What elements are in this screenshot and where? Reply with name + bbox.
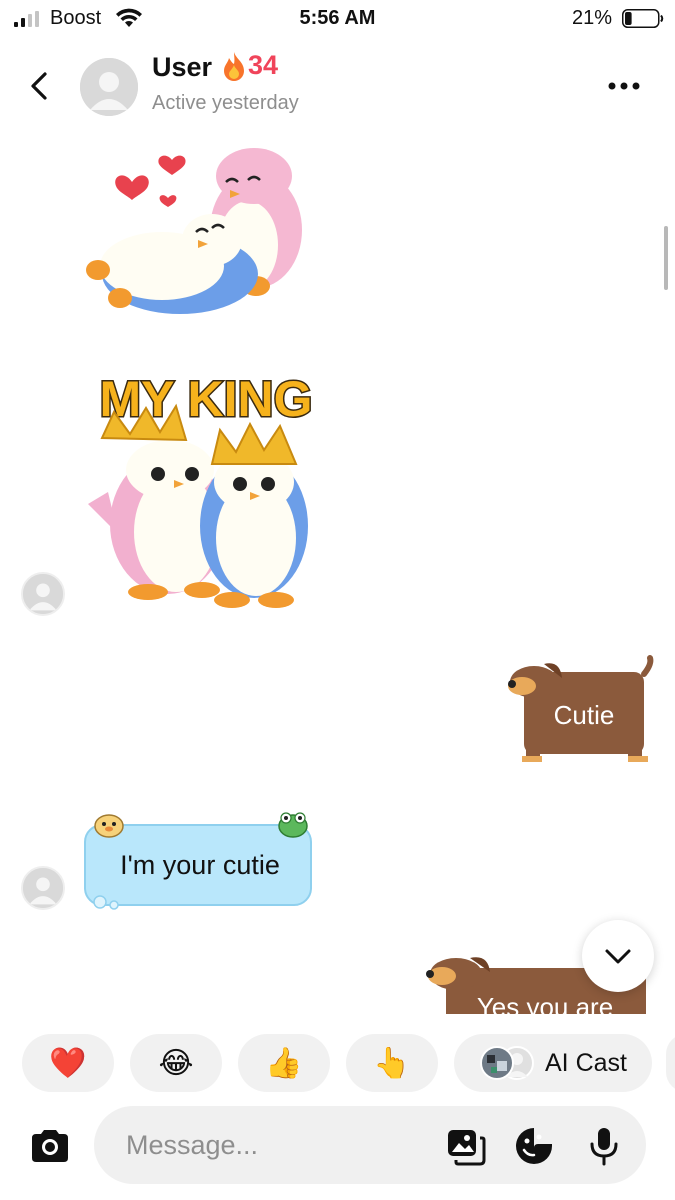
more-options-button[interactable] (600, 70, 648, 102)
message-text: I'm your cutie (120, 850, 280, 880)
sticker-caption: MY KING (100, 371, 313, 427)
reaction-more-chip[interactable] (666, 1034, 675, 1092)
penguins-crowns-sticker[interactable]: MY KING (88, 364, 326, 610)
avatar[interactable] (80, 58, 138, 116)
streak-count: 34 (248, 50, 279, 80)
sticker-caption: Cutie (553, 700, 615, 730)
duck-decoration-icon (94, 814, 124, 838)
penguins-hug-sticker[interactable] (84, 140, 306, 322)
reaction-heart[interactable]: ❤️ (22, 1034, 114, 1092)
scroll-indicator[interactable] (664, 226, 668, 290)
chat-user-name[interactable]: User (152, 52, 212, 83)
frog-decoration-icon (278, 812, 308, 838)
status-bar: Boost 5:56 AM 21% (0, 0, 675, 40)
pointing-up-emoji: 👆 (373, 1046, 411, 1080)
quick-reactions-bar: ❤️ 😂 👍 👆 AI Cast (0, 1034, 675, 1092)
battery-percent: 21% (572, 7, 613, 29)
bubbles-decoration-icon (93, 895, 119, 910)
message-composer (0, 1106, 675, 1186)
chat-header: User 34 Active yesterday (0, 44, 675, 134)
message-bubble[interactable]: I'm your cutie (84, 812, 312, 910)
ai-cast-avatars-icon (480, 1046, 534, 1080)
thumbs-up-emoji: 👍 (265, 1046, 303, 1080)
sender-avatar[interactable] (21, 572, 65, 616)
chevron-down-icon (605, 949, 631, 964)
active-status: Active yesterday (152, 92, 299, 114)
message-input[interactable] (94, 1106, 646, 1184)
camera-icon (32, 1130, 68, 1162)
camera-button[interactable] (22, 1118, 78, 1174)
sticker-button[interactable] (514, 1126, 554, 1166)
reaction-laughing[interactable]: 😂 (130, 1034, 222, 1092)
streak-badge: 34 (222, 50, 278, 81)
reaction-thumbs-up[interactable]: 👍 (238, 1034, 330, 1092)
reaction-pointing-up[interactable]: 👆 (346, 1034, 438, 1092)
sender-avatar[interactable] (21, 866, 65, 910)
default-avatar-icon (80, 58, 138, 116)
battery-icon (622, 9, 664, 28)
default-avatar-icon (23, 868, 63, 908)
back-button[interactable] (22, 68, 58, 104)
default-avatar-icon (23, 574, 63, 614)
microphone-button[interactable] (584, 1126, 624, 1166)
laughing-emoji: 😂 (158, 1046, 194, 1080)
scroll-to-bottom-button[interactable] (582, 920, 654, 992)
ai-cast-label: AI Cast (545, 1048, 627, 1077)
sticker-caption: Yes you are (476, 992, 614, 1014)
heart-emoji: ❤️ (49, 1046, 87, 1080)
fire-icon (224, 51, 244, 81)
gallery-button[interactable] (446, 1126, 486, 1166)
ai-cast-button[interactable]: AI Cast (454, 1034, 652, 1092)
